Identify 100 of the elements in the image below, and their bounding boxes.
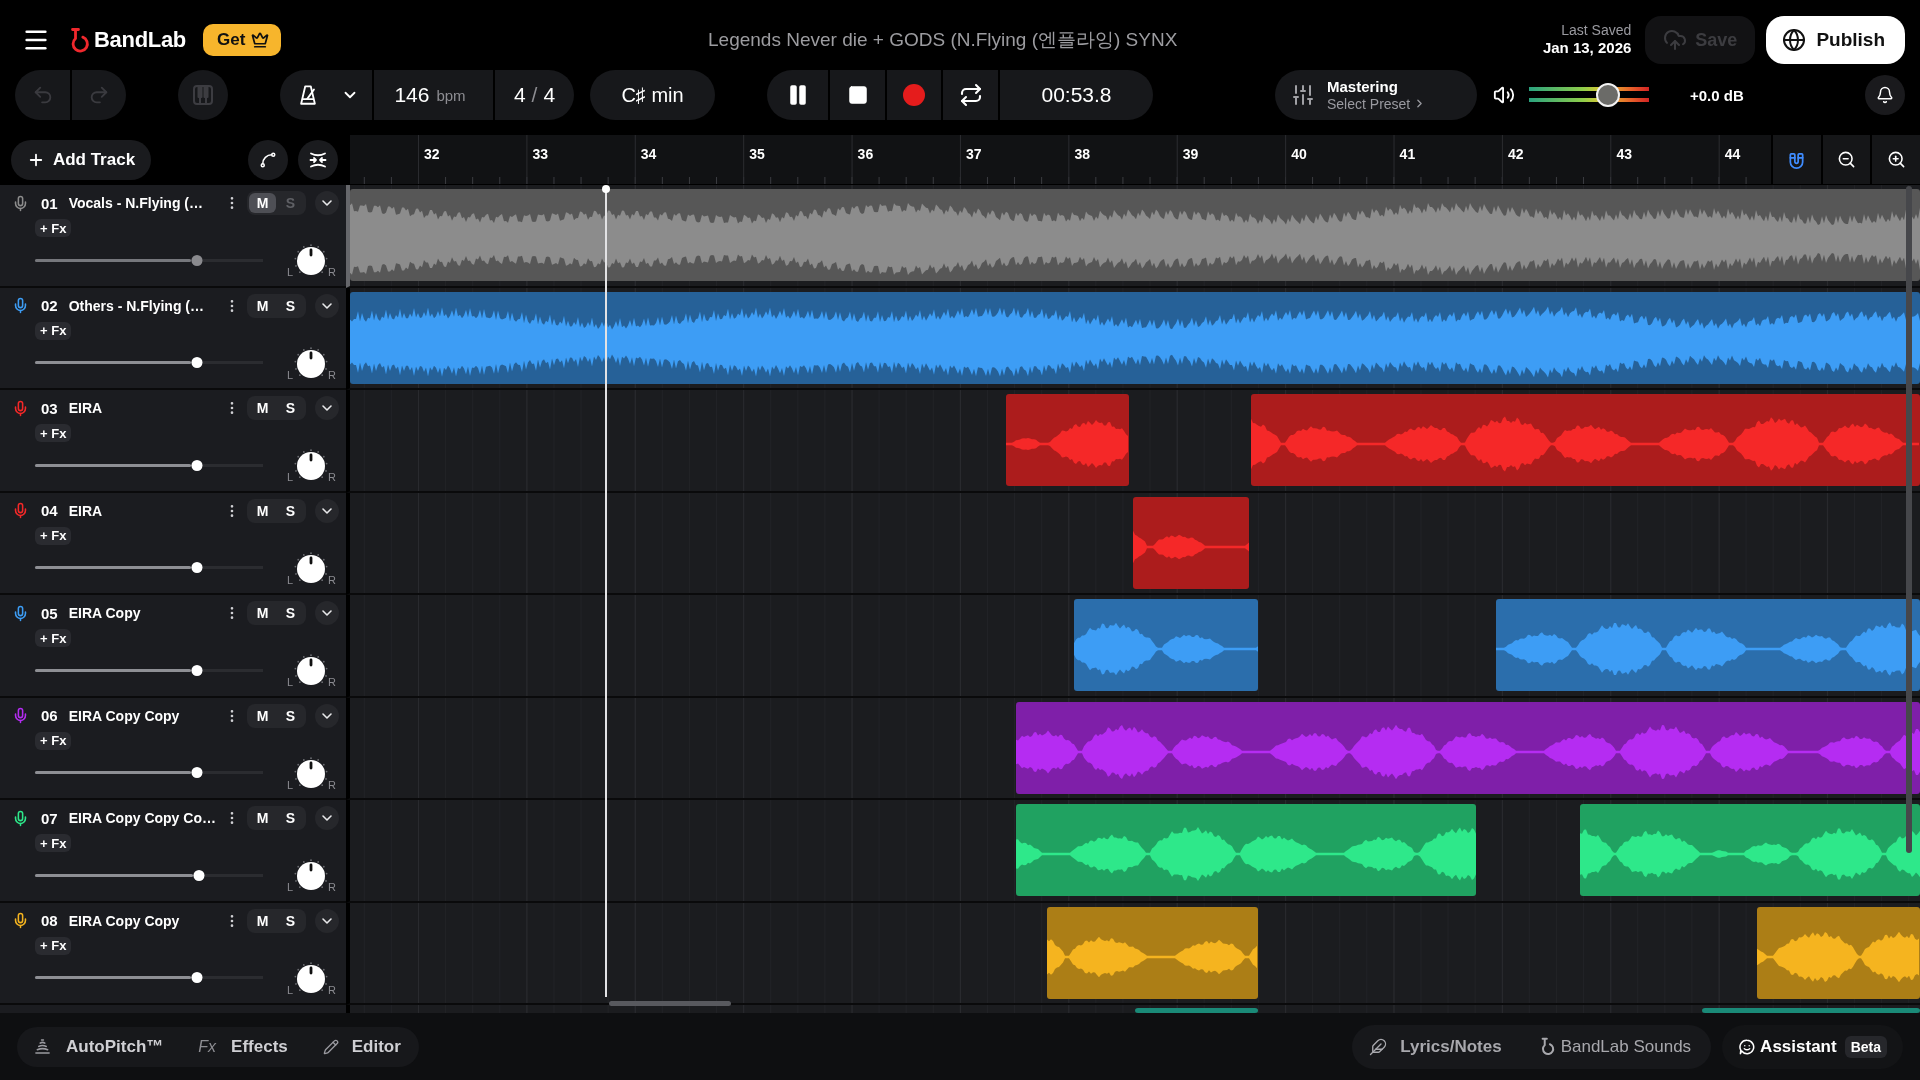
- audio-clip[interactable]: [1006, 394, 1129, 486]
- pan-knob[interactable]: [294, 346, 328, 381]
- expand-button[interactable]: [315, 191, 339, 215]
- pan-knob[interactable]: [294, 244, 328, 278]
- fx-button[interactable]: + Fx: [35, 526, 72, 545]
- fx-button[interactable]: + Fx: [35, 834, 72, 852]
- track-name[interactable]: EIRA Copy Copy Co…: [68, 810, 224, 826]
- fx-button[interactable]: + Fx: [35, 731, 72, 750]
- slider-thumb[interactable]: [193, 869, 205, 881]
- curve-button[interactable]: [248, 139, 288, 180]
- pan-knob[interactable]: [294, 859, 328, 893]
- audio-clip[interactable]: [1047, 906, 1258, 999]
- time-signature-button[interactable]: 4 / 4: [493, 70, 574, 120]
- mute-button[interactable]: M: [249, 808, 276, 828]
- publish-button[interactable]: Publish: [1766, 16, 1905, 64]
- audio-clip[interactable]: [1133, 496, 1249, 589]
- mute-button[interactable]: M: [249, 603, 276, 623]
- sounds-button[interactable]: BandLab Sounds: [1537, 1036, 1692, 1057]
- scrollbar-thumb[interactable]: [1906, 186, 1912, 853]
- mute-button[interactable]: M: [249, 500, 276, 521]
- fx-button[interactable]: + Fx: [35, 424, 72, 442]
- slider-thumb[interactable]: [191, 664, 203, 676]
- track-name[interactable]: Vocals - N.Flying (…: [68, 195, 224, 211]
- crown-icon: [251, 31, 270, 49]
- mute-button[interactable]: M: [249, 398, 276, 418]
- add-track-button[interactable]: Add Track: [11, 139, 151, 180]
- expand-button[interactable]: [315, 703, 339, 728]
- fx-button[interactable]: + Fx: [35, 629, 72, 647]
- feather-icon: [1369, 1037, 1388, 1056]
- tempo-button[interactable]: 146 bpm: [372, 70, 493, 120]
- track-number: 02: [41, 297, 58, 314]
- pan-left-label: L: [286, 369, 294, 381]
- expand-button[interactable]: [315, 293, 339, 318]
- mastering-button[interactable]: Mastering Select Preset: [1275, 70, 1477, 120]
- solo-button[interactable]: S: [277, 398, 304, 418]
- audio-clip[interactable]: [1135, 1008, 1258, 1013]
- audio-clip[interactable]: [1016, 804, 1476, 896]
- audio-clip[interactable]: [1702, 1008, 1920, 1013]
- assistant-button[interactable]: Assistant Beta: [1722, 1024, 1903, 1069]
- slider-thumb[interactable]: [191, 254, 203, 266]
- audio-clip[interactable]: [1016, 701, 1920, 794]
- snap-button[interactable]: [1771, 135, 1821, 184]
- track-name[interactable]: EIRA: [68, 400, 224, 416]
- pencil-icon: [322, 1038, 339, 1055]
- audio-clip[interactable]: [1251, 394, 1920, 486]
- effects-button[interactable]: Fx Effects: [198, 1036, 288, 1057]
- expand-button[interactable]: [315, 498, 339, 523]
- solo-button[interactable]: S: [277, 705, 304, 726]
- autopitch-button[interactable]: AutoPitch™: [34, 1036, 164, 1057]
- speaker-icon[interactable]: [1493, 84, 1515, 106]
- lyrics-button[interactable]: Lyrics/Notes: [1369, 1036, 1502, 1057]
- expand-button[interactable]: [315, 806, 339, 830]
- track-name[interactable]: EIRA Copy: [68, 605, 224, 621]
- zoom-in-button[interactable]: [1870, 135, 1920, 184]
- fx-button[interactable]: + Fx: [35, 219, 72, 237]
- audio-clip[interactable]: [1757, 906, 1920, 999]
- zoom-out-button[interactable]: [1820, 135, 1871, 184]
- fit-button[interactable]: [298, 139, 338, 180]
- get-button[interactable]: Get: [203, 24, 282, 56]
- slider-thumb[interactable]: [191, 562, 203, 573]
- track-name[interactable]: EIRA Copy Copy: [68, 707, 224, 724]
- slider-thumb[interactable]: [191, 459, 203, 471]
- solo-button[interactable]: S: [277, 910, 304, 931]
- expand-button[interactable]: [315, 908, 339, 933]
- last-saved-label: Last Saved: [1561, 21, 1632, 40]
- mute-button[interactable]: M: [249, 193, 276, 213]
- fx-button[interactable]: + Fx: [35, 321, 72, 340]
- track-name[interactable]: Others - N.Flying (…: [68, 297, 224, 314]
- slider-thumb[interactable]: [1596, 83, 1621, 107]
- expand-button[interactable]: [315, 396, 339, 420]
- pan-knob[interactable]: [294, 449, 328, 483]
- solo-button[interactable]: S: [277, 603, 304, 623]
- pan-right-label: R: [328, 267, 336, 278]
- track-name[interactable]: EIRA: [68, 502, 224, 519]
- pan-knob[interactable]: [294, 756, 328, 791]
- track-name[interactable]: EIRA Copy Copy: [68, 912, 224, 929]
- pan-knob[interactable]: [294, 961, 328, 996]
- audio-clip[interactable]: [1496, 599, 1920, 691]
- solo-button[interactable]: S: [277, 295, 304, 316]
- pan-knob[interactable]: [294, 654, 328, 688]
- editor-button[interactable]: Editor: [322, 1036, 401, 1057]
- timeline-ruler[interactable]: 32 33 34 35 36 37 38 39 40 41 42 43 44: [350, 135, 1771, 184]
- solo-button[interactable]: S: [277, 500, 304, 521]
- slider-thumb[interactable]: [191, 972, 203, 983]
- scrollbar-thumb[interactable]: [609, 1001, 731, 1006]
- audio-clip[interactable]: [1580, 804, 1920, 896]
- key-button[interactable]: C♯ min: [590, 70, 715, 120]
- fx-button[interactable]: + Fx: [35, 936, 72, 955]
- slider-thumb[interactable]: [191, 357, 203, 368]
- slider-thumb[interactable]: [191, 767, 203, 778]
- pan-knob[interactable]: [294, 551, 328, 586]
- mute-button[interactable]: M: [249, 910, 276, 931]
- mute-button[interactable]: M: [249, 295, 276, 316]
- audio-clip[interactable]: [1074, 599, 1258, 691]
- expand-button[interactable]: [315, 601, 339, 625]
- playhead-handle[interactable]: [601, 185, 610, 193]
- notifications-button[interactable]: [1865, 75, 1905, 115]
- pan-left-label: L: [286, 677, 294, 688]
- solo-button[interactable]: S: [277, 808, 304, 828]
- mute-button[interactable]: M: [249, 705, 276, 726]
